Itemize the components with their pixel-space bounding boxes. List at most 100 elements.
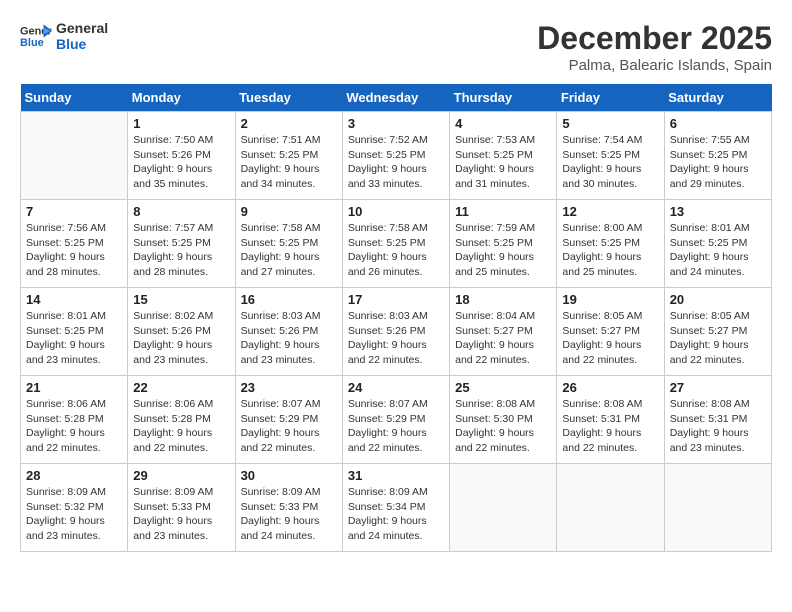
day-info: Sunrise: 7:56 AMSunset: 5:25 PMDaylight:… bbox=[26, 221, 122, 280]
calendar-cell: 9Sunrise: 7:58 AMSunset: 5:25 PMDaylight… bbox=[235, 200, 342, 288]
day-info: Sunrise: 7:53 AMSunset: 5:25 PMDaylight:… bbox=[455, 133, 551, 192]
day-info: Sunrise: 7:58 AMSunset: 5:25 PMDaylight:… bbox=[348, 221, 444, 280]
day-number: 12 bbox=[562, 204, 658, 219]
logo-blue-text: Blue bbox=[56, 36, 108, 52]
day-number: 17 bbox=[348, 292, 444, 307]
calendar-header-row: SundayMondayTuesdayWednesdayThursdayFrid… bbox=[21, 84, 772, 112]
calendar-cell: 19 Sunrise: 8:05 AMSunset: 5:27 PMDayligh… bbox=[557, 288, 664, 376]
calendar-cell: 3 Sunrise: 7:52 AMSunset: 5:25 PMDaylight… bbox=[342, 112, 449, 200]
day-info: Sunrise: 8:01 AMSunset: 5:25 PMDaylight:… bbox=[26, 309, 122, 368]
day-info: Sunrise: 7:57 AMSunset: 5:25 PMDaylight:… bbox=[133, 221, 229, 280]
day-info: Sunrise: 8:06 AMSunset: 5:28 PMDaylight:… bbox=[133, 397, 229, 456]
column-header-sunday: Sunday bbox=[21, 84, 128, 112]
calendar-week-2: 7 Sunrise: 7:56 AMSunset: 5:25 PMDaylight… bbox=[21, 200, 772, 288]
calendar-cell: 17Sunrise: 8:03 AMSunset: 5:26 PMDayligh… bbox=[342, 288, 449, 376]
column-header-friday: Friday bbox=[557, 84, 664, 112]
day-info: Sunrise: 8:07 AMSunset: 5:29 PMDaylight:… bbox=[241, 397, 337, 456]
day-number: 7 bbox=[26, 204, 122, 219]
day-number: 1 bbox=[133, 116, 229, 131]
day-number: 22 bbox=[133, 380, 229, 395]
day-number: 11 bbox=[455, 204, 551, 219]
calendar-cell: 28 Sunrise: 8:09 AMSunset: 5:32 PMDayligh… bbox=[21, 464, 128, 552]
calendar-cell: 2 Sunrise: 7:51 AMSunset: 5:25 PMDaylight… bbox=[235, 112, 342, 200]
day-info: Sunrise: 8:09 AMSunset: 5:34 PMDaylight:… bbox=[348, 485, 444, 544]
day-number: 21 bbox=[26, 380, 122, 395]
day-info: Sunrise: 8:05 AMSunset: 5:27 PMDaylight:… bbox=[670, 309, 766, 368]
day-info: Sunrise: 7:52 AMSunset: 5:25 PMDaylight:… bbox=[348, 133, 444, 192]
calendar-cell: 1 Sunrise: 7:50 AMSunset: 5:26 PMDaylight… bbox=[128, 112, 235, 200]
day-number: 31 bbox=[348, 468, 444, 483]
day-number: 9 bbox=[241, 204, 337, 219]
calendar-cell bbox=[557, 464, 664, 552]
calendar-week-3: 14 Sunrise: 8:01 AMSunset: 5:25 PMDayligh… bbox=[21, 288, 772, 376]
calendar-cell: 16Sunrise: 8:03 AMSunset: 5:26 PMDayligh… bbox=[235, 288, 342, 376]
calendar-cell bbox=[664, 464, 771, 552]
calendar-cell: 27Sunrise: 8:08 AMSunset: 5:31 PMDayligh… bbox=[664, 376, 771, 464]
logo: General Blue General Blue bbox=[20, 20, 108, 52]
day-info: Sunrise: 7:55 AMSunset: 5:25 PMDaylight:… bbox=[670, 133, 766, 192]
day-number: 8 bbox=[133, 204, 229, 219]
calendar-cell bbox=[21, 112, 128, 200]
calendar-cell: 22 Sunrise: 8:06 AMSunset: 5:28 PMDayligh… bbox=[128, 376, 235, 464]
day-info: Sunrise: 7:50 AMSunset: 5:26 PMDaylight:… bbox=[133, 133, 229, 192]
calendar-cell: 11Sunrise: 7:59 AMSunset: 5:25 PMDayligh… bbox=[450, 200, 557, 288]
day-info: Sunrise: 8:01 AMSunset: 5:25 PMDaylight:… bbox=[670, 221, 766, 280]
day-number: 23 bbox=[241, 380, 337, 395]
column-header-monday: Monday bbox=[128, 84, 235, 112]
day-info: Sunrise: 8:09 AMSunset: 5:33 PMDaylight:… bbox=[241, 485, 337, 544]
location-subtitle: Palma, Balearic Islands, Spain bbox=[537, 57, 772, 74]
column-header-wednesday: Wednesday bbox=[342, 84, 449, 112]
day-info: Sunrise: 7:51 AMSunset: 5:25 PMDaylight:… bbox=[241, 133, 337, 192]
day-info: Sunrise: 8:07 AMSunset: 5:29 PMDaylight:… bbox=[348, 397, 444, 456]
day-number: 28 bbox=[26, 468, 122, 483]
calendar-cell: 25 Sunrise: 8:08 AMSunset: 5:30 PMDayligh… bbox=[450, 376, 557, 464]
calendar-cell: 20 Sunrise: 8:05 AMSunset: 5:27 PMDayligh… bbox=[664, 288, 771, 376]
calendar-week-4: 21 Sunrise: 8:06 AMSunset: 5:28 PMDayligh… bbox=[21, 376, 772, 464]
day-number: 13 bbox=[670, 204, 766, 219]
day-number: 24 bbox=[348, 380, 444, 395]
day-number: 26 bbox=[562, 380, 658, 395]
day-number: 19 bbox=[562, 292, 658, 307]
calendar-week-1: 1 Sunrise: 7:50 AMSunset: 5:26 PMDaylight… bbox=[21, 112, 772, 200]
day-number: 15 bbox=[133, 292, 229, 307]
calendar-cell: 29 Sunrise: 8:09 AMSunset: 5:33 PMDayligh… bbox=[128, 464, 235, 552]
day-number: 20 bbox=[670, 292, 766, 307]
month-year-title: December 2025 bbox=[537, 20, 772, 57]
calendar-cell: 8 Sunrise: 7:57 AMSunset: 5:25 PMDaylight… bbox=[128, 200, 235, 288]
calendar-cell: 26Sunrise: 8:08 AMSunset: 5:31 PMDayligh… bbox=[557, 376, 664, 464]
calendar-cell: 18 Sunrise: 8:04 AMSunset: 5:27 PMDayligh… bbox=[450, 288, 557, 376]
day-info: Sunrise: 8:09 AMSunset: 5:33 PMDaylight:… bbox=[133, 485, 229, 544]
calendar-table: SundayMondayTuesdayWednesdayThursdayFrid… bbox=[20, 84, 772, 552]
calendar-cell: 7 Sunrise: 7:56 AMSunset: 5:25 PMDaylight… bbox=[21, 200, 128, 288]
calendar-cell: 5Sunrise: 7:54 AMSunset: 5:25 PMDaylight… bbox=[557, 112, 664, 200]
day-info: Sunrise: 8:04 AMSunset: 5:27 PMDaylight:… bbox=[455, 309, 551, 368]
day-info: Sunrise: 8:02 AMSunset: 5:26 PMDaylight:… bbox=[133, 309, 229, 368]
day-number: 16 bbox=[241, 292, 337, 307]
day-info: Sunrise: 8:08 AMSunset: 5:31 PMDaylight:… bbox=[670, 397, 766, 456]
day-number: 10 bbox=[348, 204, 444, 219]
calendar-cell: 14 Sunrise: 8:01 AMSunset: 5:25 PMDayligh… bbox=[21, 288, 128, 376]
calendar-cell: 4 Sunrise: 7:53 AMSunset: 5:25 PMDaylight… bbox=[450, 112, 557, 200]
calendar-cell: 12Sunrise: 8:00 AMSunset: 5:25 PMDayligh… bbox=[557, 200, 664, 288]
day-number: 25 bbox=[455, 380, 551, 395]
svg-text:Blue: Blue bbox=[20, 37, 44, 49]
day-info: Sunrise: 8:05 AMSunset: 5:27 PMDaylight:… bbox=[562, 309, 658, 368]
day-number: 29 bbox=[133, 468, 229, 483]
day-number: 3 bbox=[348, 116, 444, 131]
calendar-cell: 15 Sunrise: 8:02 AMSunset: 5:26 PMDayligh… bbox=[128, 288, 235, 376]
calendar-cell: 10 Sunrise: 7:58 AMSunset: 5:25 PMDayligh… bbox=[342, 200, 449, 288]
day-number: 14 bbox=[26, 292, 122, 307]
day-number: 5 bbox=[562, 116, 658, 131]
day-info: Sunrise: 8:08 AMSunset: 5:30 PMDaylight:… bbox=[455, 397, 551, 456]
calendar-cell: 13 Sunrise: 8:01 AMSunset: 5:25 PMDayligh… bbox=[664, 200, 771, 288]
logo-general-text: General bbox=[56, 20, 108, 36]
page-header: General Blue General Blue December 2025 … bbox=[20, 20, 772, 74]
column-header-saturday: Saturday bbox=[664, 84, 771, 112]
calendar-cell bbox=[450, 464, 557, 552]
day-number: 2 bbox=[241, 116, 337, 131]
column-header-thursday: Thursday bbox=[450, 84, 557, 112]
logo-icon: General Blue bbox=[20, 22, 52, 50]
day-info: Sunrise: 8:09 AMSunset: 5:32 PMDaylight:… bbox=[26, 485, 122, 544]
day-number: 4 bbox=[455, 116, 551, 131]
day-number: 18 bbox=[455, 292, 551, 307]
